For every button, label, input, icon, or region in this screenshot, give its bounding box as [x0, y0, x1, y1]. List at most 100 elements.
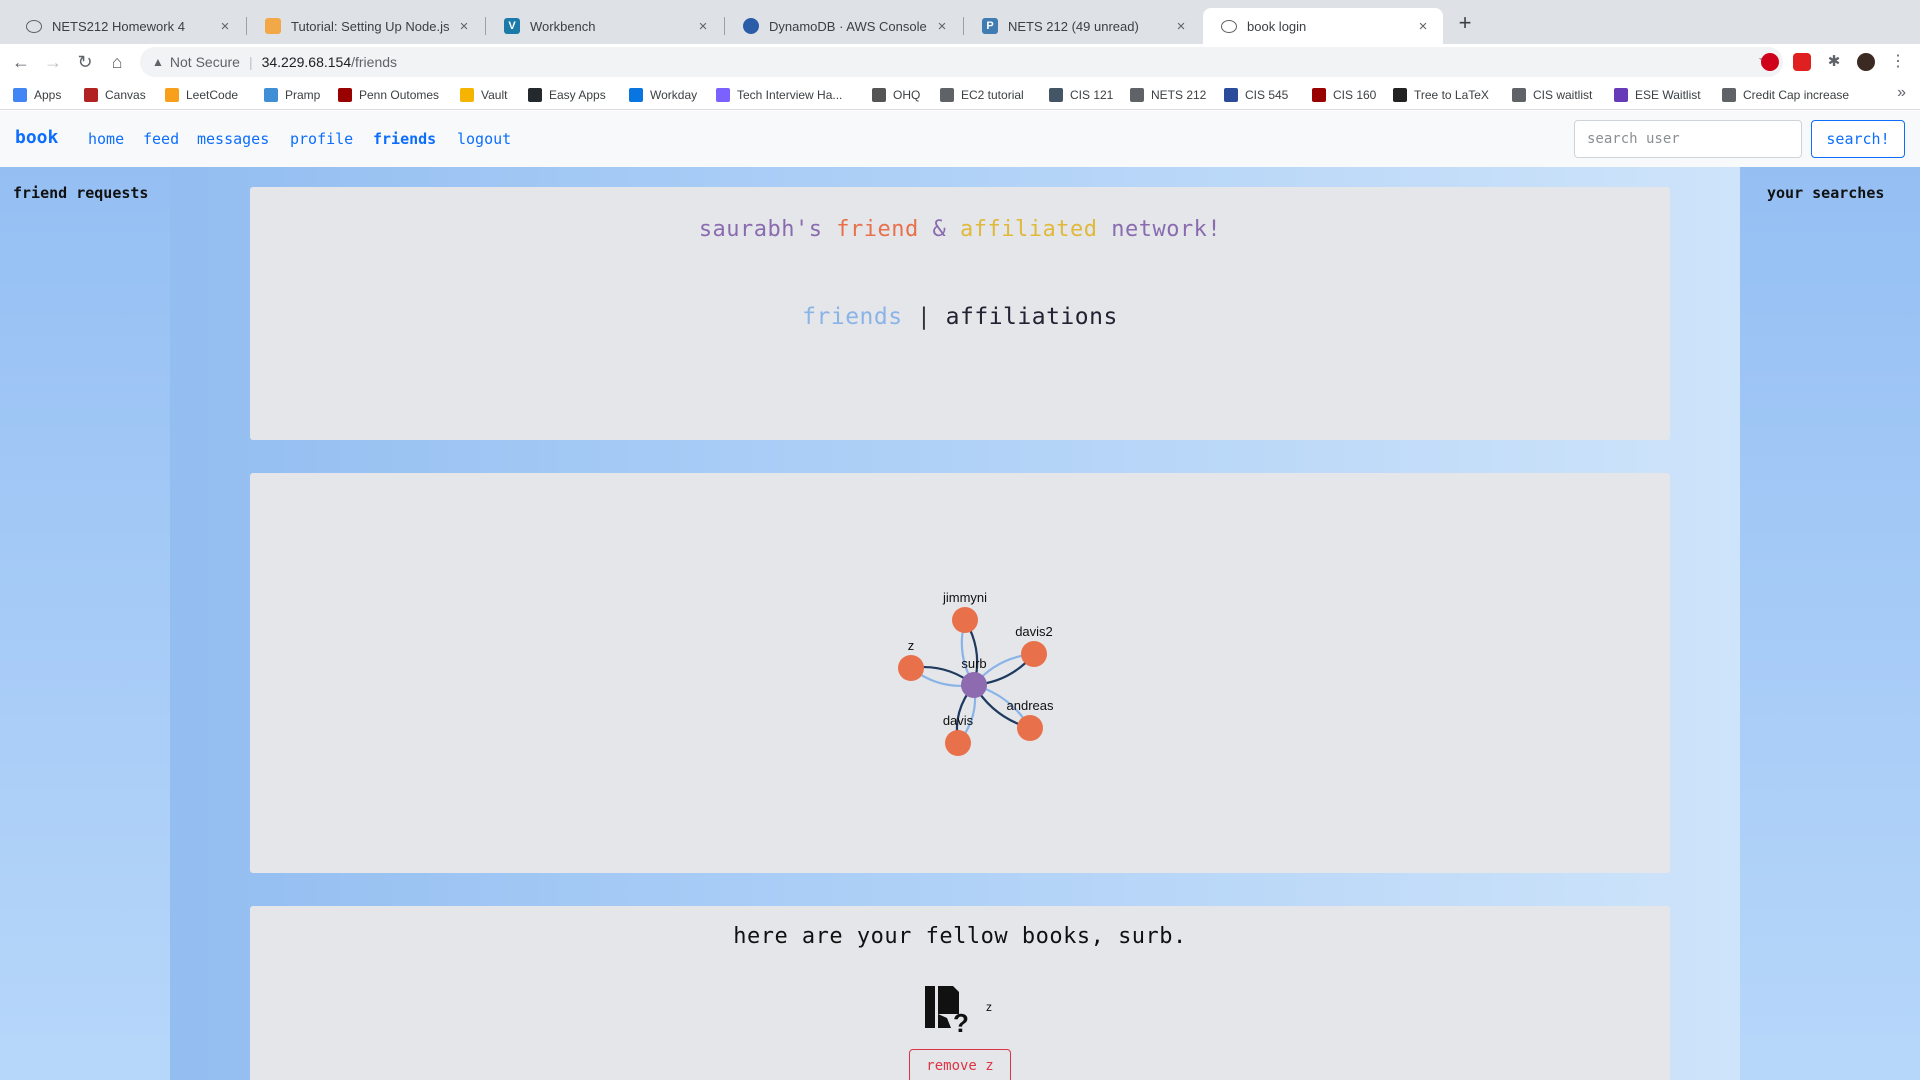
vault-icon — [460, 88, 474, 102]
network-title-part: friend — [836, 217, 919, 242]
search-button[interactable]: search! — [1811, 120, 1905, 158]
bookmark-item[interactable]: CIS 121 — [1049, 86, 1113, 104]
browser-toolbar: ← → ↻ ⌂ ▲ Not Secure | 34.229.68.154 /fr… — [0, 44, 1920, 80]
network-title-part: & — [918, 217, 961, 242]
avatar[interactable] — [1857, 53, 1875, 71]
bookmark-item[interactable]: Penn Outomes — [338, 86, 439, 104]
bookmark-label: CIS 121 — [1070, 88, 1114, 102]
browser-tab[interactable]: DynamoDB · AWS Console × — [725, 8, 962, 44]
bookmark-label: LeetCode — [186, 88, 239, 102]
nav-logout[interactable]: logout — [457, 130, 511, 148]
network-title-part: network! — [1097, 217, 1222, 242]
bookmark-label: Canvas — [105, 88, 146, 102]
brand-logo[interactable]: book — [15, 127, 58, 148]
fellow-books-heading: here are your fellow books, surb. — [733, 924, 1187, 949]
svg-text:?: ? — [953, 1008, 969, 1036]
bookmarks-overflow-icon[interactable]: » — [1897, 84, 1906, 102]
extension-video-icon[interactable] — [1793, 53, 1811, 71]
bookmark-label: Pramp — [285, 88, 321, 102]
network-title: saurabh's friend & affiliated network! — [250, 217, 1670, 242]
graph-node-davis2[interactable] — [1021, 641, 1047, 667]
nav-profile[interactable]: profile — [290, 130, 353, 148]
browser-tab[interactable]: V Workbench × — [486, 8, 723, 44]
extension-red-icon[interactable] — [1761, 53, 1779, 71]
tab-title: NETS 212 (49 unread) — [1008, 18, 1139, 34]
bookmark-label: Workday — [650, 88, 698, 102]
apps-grid-icon — [13, 88, 27, 102]
bookmark-label: CIS 160 — [1333, 88, 1377, 102]
home-icon[interactable]: ⌂ — [105, 50, 129, 74]
extensions-puzzle-icon[interactable]: ✱ — [1825, 53, 1843, 71]
search-user-input[interactable] — [1574, 120, 1802, 158]
nav-home[interactable]: home — [88, 130, 124, 148]
fellow-books-card: here are your fellow books, surb. ? z re… — [250, 906, 1670, 1080]
bookmark-item[interactable]: Easy Apps — [528, 86, 606, 104]
address-bar[interactable]: ▲ Not Secure | 34.229.68.154 /friends ☆ — [140, 47, 1783, 77]
bookmark-label: CIS 545 — [1245, 88, 1289, 102]
bookmark-item[interactable]: Credit Cap increase — [1722, 86, 1849, 104]
security-label: Not Secure — [169, 54, 240, 70]
piazza-icon: P — [982, 18, 998, 34]
browser-tab-active[interactable]: book login × — [1203, 8, 1443, 44]
canvas-icon — [84, 88, 98, 102]
graph-node-andreas[interactable] — [1017, 715, 1043, 741]
close-icon[interactable]: × — [217, 18, 233, 35]
kebab-menu-icon[interactable]: ⋮ — [1889, 53, 1907, 71]
friend-name: z — [986, 1000, 992, 1014]
bookmark-label: EC2 tutorial — [961, 88, 1024, 102]
back-icon[interactable]: ← — [9, 50, 33, 74]
graph-node-davis[interactable] — [945, 730, 971, 756]
bookmark-item[interactable]: EC2 tutorial — [940, 86, 1024, 104]
tab-title: Tutorial: Setting Up Node.js on — [291, 18, 450, 34]
ohq-icon — [872, 88, 886, 102]
bookmark-item[interactable]: LeetCode — [165, 86, 238, 104]
network-title-part: saurabh's — [698, 217, 823, 242]
reload-icon[interactable]: ↻ — [73, 50, 97, 74]
bookmark-item[interactable]: Tree to LaTeX — [1393, 86, 1489, 104]
aws-box-icon — [265, 18, 281, 34]
bookmark-item[interactable]: ESE Waitlist — [1614, 86, 1701, 104]
globe-icon — [26, 19, 42, 33]
graph-node-z[interactable] — [898, 655, 924, 681]
close-icon[interactable]: × — [456, 18, 472, 35]
graph-node-center[interactable] — [961, 672, 987, 698]
bookmark-item[interactable]: Workday — [629, 86, 697, 104]
browser-tab[interactable]: NETS212 Homework 4 × — [8, 8, 245, 44]
globe-icon — [940, 88, 954, 102]
penn-icon — [1312, 88, 1326, 102]
browser-tab[interactable]: Tutorial: Setting Up Node.js on × — [247, 8, 484, 44]
close-icon[interactable]: × — [695, 18, 711, 35]
network-graph[interactable]: jimmyni davis2 z andreas davis surb — [250, 473, 1670, 873]
bookmark-item[interactable]: NETS 212 — [1130, 86, 1206, 104]
toggle-affiliations-link[interactable]: affiliations — [946, 304, 1118, 330]
graph-node-label: davis — [943, 713, 974, 728]
remove-friend-button[interactable]: remove z — [909, 1049, 1011, 1080]
bookmark-item[interactable]: Pramp — [264, 86, 320, 104]
tab-title: DynamoDB · AWS Console — [769, 18, 927, 34]
address-divider: | — [248, 54, 253, 70]
bookmark-item[interactable]: OHQ — [872, 86, 920, 104]
graph-node-jimmyni[interactable] — [952, 607, 978, 633]
bookmark-item[interactable]: Apps — [13, 86, 61, 104]
bookmark-item[interactable]: Tech Interview Ha... — [716, 86, 842, 104]
code-icon — [716, 88, 730, 102]
new-tab-button[interactable]: + — [1453, 12, 1477, 36]
close-icon[interactable]: × — [1415, 18, 1431, 35]
graph-node-label: surb — [961, 656, 986, 671]
nav-messages[interactable]: messages — [197, 130, 269, 148]
nav-feed[interactable]: feed — [143, 130, 179, 148]
forward-icon[interactable]: → — [41, 50, 65, 74]
bookmark-item[interactable]: CIS 545 — [1224, 86, 1288, 104]
network-view-toggle: friends | affiliations — [250, 304, 1670, 330]
bookmark-item[interactable]: CIS 160 — [1312, 86, 1376, 104]
latex-icon — [1393, 88, 1407, 102]
close-icon[interactable]: × — [934, 18, 950, 35]
bookmark-item[interactable]: Vault — [460, 86, 507, 104]
toggle-friends-link[interactable]: friends — [802, 304, 902, 330]
vocareum-icon: V — [504, 18, 520, 34]
bookmark-item[interactable]: CIS waitlist — [1512, 86, 1592, 104]
nav-friends[interactable]: friends — [373, 130, 436, 148]
browser-tab[interactable]: P NETS 212 (49 unread) × — [964, 8, 1201, 44]
bookmark-item[interactable]: Canvas — [84, 86, 146, 104]
close-icon[interactable]: × — [1173, 18, 1189, 35]
